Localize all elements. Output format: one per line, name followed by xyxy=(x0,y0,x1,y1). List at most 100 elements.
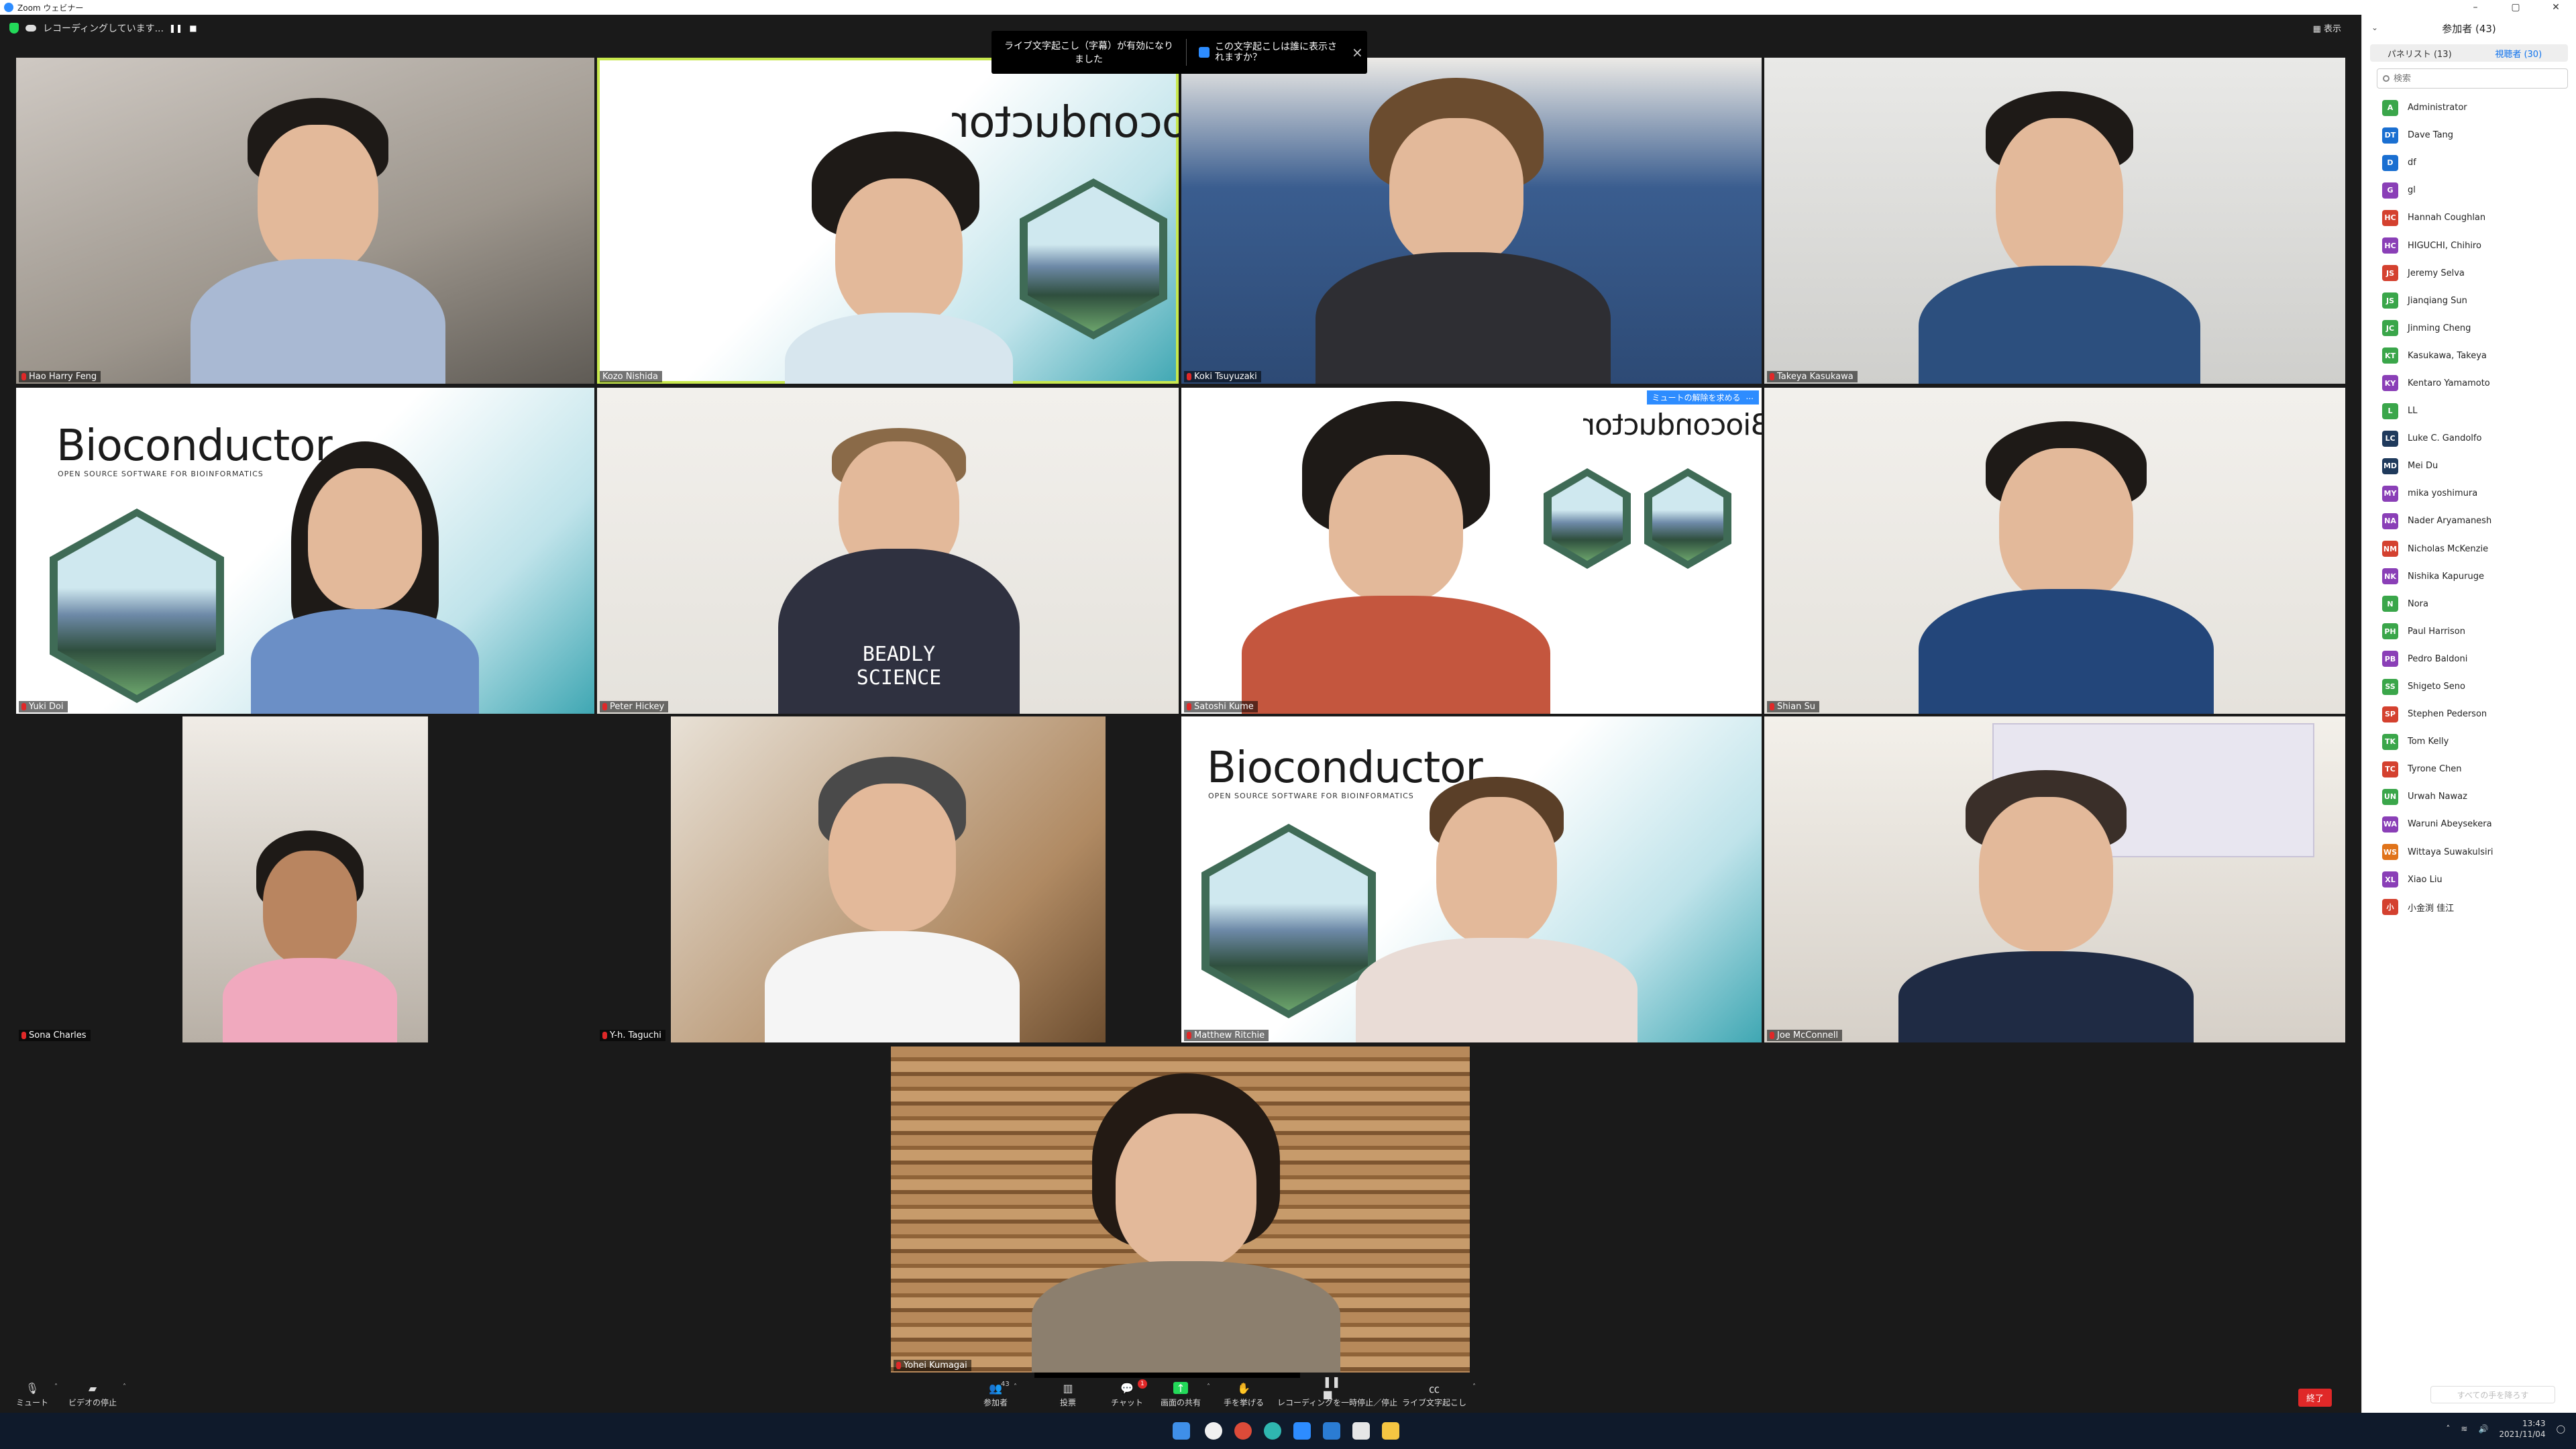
clock[interactable]: 13:43 2021/11/04 xyxy=(2499,1418,2545,1440)
hand-icon: ✋ xyxy=(1237,1381,1250,1395)
participants-button[interactable]: 👥 43 ˄ 参加者 xyxy=(983,1381,1017,1408)
list-item[interactable]: DT Dave Tang xyxy=(2382,121,2576,149)
video-tile[interactable]: Shian Su xyxy=(1764,388,2345,714)
muted-mic-icon xyxy=(21,1032,26,1039)
volume-icon[interactable]: 🔊 xyxy=(2478,1424,2488,1434)
chevron-up-icon[interactable]: ˄ xyxy=(1014,1383,1017,1391)
list-item[interactable]: NA Nader Aryamanesh xyxy=(2382,507,2576,535)
list-item[interactable]: MY mika yoshimura xyxy=(2382,480,2576,507)
chevron-up-icon[interactable]: ˄ xyxy=(123,1383,126,1391)
list-item[interactable]: WA Waruni Abeysekera xyxy=(2382,810,2576,838)
chevron-up-icon[interactable]: ˄ xyxy=(2446,1424,2450,1434)
pause-icon[interactable]: ❚❚ xyxy=(169,23,182,34)
list-item[interactable]: JC Jinming Cheng xyxy=(2382,315,2576,342)
participant-name-label: Matthew Ritchie xyxy=(1184,1030,1269,1041)
list-item[interactable]: PH Paul Harrison xyxy=(2382,618,2576,645)
more-options-icon[interactable]: ... xyxy=(1746,392,1754,403)
polls-button[interactable]: ▥ 投票 xyxy=(1060,1382,1076,1408)
stop-video-button[interactable]: ▰ ˄ ビデオの停止 xyxy=(68,1382,126,1408)
list-item[interactable]: HC Hannah Coughlan xyxy=(2382,204,2576,231)
list-item[interactable]: SS Shigeto Seno xyxy=(2382,673,2576,700)
transcript-visibility-question[interactable]: この文字起こしは誰に表示されますか？ xyxy=(1215,42,1342,63)
view-button[interactable]: ▦ 表示 xyxy=(2313,21,2341,34)
mute-button[interactable]: 🎙 ˄ ミュート xyxy=(16,1382,58,1408)
wifi-icon[interactable]: ≋ xyxy=(2461,1424,2467,1434)
end-webinar-button[interactable]: 終了 xyxy=(2298,1389,2332,1407)
security-shield-icon[interactable] xyxy=(9,23,19,34)
list-item[interactable]: HC HIGUCHI, Chihiro xyxy=(2382,231,2576,259)
calendar-icon[interactable] xyxy=(1352,1422,1370,1440)
list-item[interactable]: KT Kasukawa, Takeya xyxy=(2382,342,2576,370)
zoom-taskbar-icon[interactable] xyxy=(1293,1422,1311,1440)
ask-to-unmute-button[interactable]: ミュートの解除を求める... xyxy=(1646,390,1759,405)
list-item[interactable]: JS Jeremy Selva xyxy=(2382,260,2576,287)
video-tile[interactable]: Bioconductor ミュートの解除を求める... Satoshi Kume xyxy=(1181,388,1762,714)
list-item[interactable]: WS Wittaya Suwakulsiri xyxy=(2382,839,2576,866)
list-item[interactable]: TC Tyrone Chen xyxy=(2382,755,2576,783)
list-item[interactable]: NK Nishika Kapuruge xyxy=(2382,563,2576,590)
video-tile[interactable]: Takeya Kasukawa xyxy=(1764,58,2345,384)
search-taskbar-icon[interactable] xyxy=(1205,1422,1222,1440)
notification-icon[interactable]: ◯ xyxy=(2557,1424,2565,1434)
list-item[interactable]: SP Stephen Pederson xyxy=(2382,700,2576,728)
attendee-name: Waruni Abeysekera xyxy=(2408,819,2492,830)
chevron-down-icon[interactable]: ⌄ xyxy=(2371,23,2378,32)
video-tile[interactable]: Bioconductor OPEN SOURCE SOFTWARE FOR BI… xyxy=(16,388,594,714)
list-item[interactable]: JS Jianqiang Sun xyxy=(2382,287,2576,315)
list-item[interactable]: KY Kentaro Yamamoto xyxy=(2382,370,2576,397)
list-item[interactable]: L LL xyxy=(2382,397,2576,425)
video-tile[interactable]: Sona Charles xyxy=(16,716,594,1042)
chevron-up-icon[interactable]: ˄ xyxy=(1472,1383,1476,1391)
clock-time: 13:43 xyxy=(2522,1419,2546,1428)
video-tile[interactable]: Yohei Kumagai xyxy=(891,1046,1470,1373)
word-icon[interactable] xyxy=(1323,1422,1340,1440)
maximize-icon[interactable]: ▢ xyxy=(2496,0,2536,15)
video-tile[interactable]: Y-h. Taguchi xyxy=(597,716,1179,1042)
video-tile[interactable]: Koki Tsuyuzaki xyxy=(1181,58,1762,384)
list-item[interactable]: PB Pedro Baldoni xyxy=(2382,645,2576,673)
attendee-name: mika yoshimura xyxy=(2408,488,2478,499)
list-item[interactable]: TK Tom Kelly xyxy=(2382,728,2576,755)
file-explorer-icon[interactable] xyxy=(1382,1422,1399,1440)
participant-search[interactable] xyxy=(2377,68,2568,89)
video-tile[interactable]: Hao Harry Feng xyxy=(16,58,594,384)
lower-all-hands-button[interactable]: すべての手を降ろす xyxy=(2430,1386,2555,1403)
participant-name: Yohei Kumagai xyxy=(904,1360,967,1371)
video-tile[interactable]: Joe McConnell xyxy=(1764,716,2345,1042)
list-item[interactable]: UN Urwah Nawaz xyxy=(2382,783,2576,810)
raise-hand-button[interactable]: ✋ 手を挙げる xyxy=(1224,1382,1264,1408)
list-item[interactable]: MD Mei Du xyxy=(2382,452,2576,480)
tab-panelists[interactable]: パネリスト (13) xyxy=(2370,44,2469,62)
chat-button[interactable]: 💬 1 チャット xyxy=(1111,1379,1147,1408)
stop-icon[interactable]: ■ xyxy=(188,23,199,34)
live-transcript-button[interactable]: ㏄ ˄ ライブ文字起こし xyxy=(1402,1382,1476,1408)
chrome-icon[interactable] xyxy=(1234,1422,1252,1440)
ask-to-unmute-label: ミュートの解除を求める xyxy=(1652,393,1741,402)
start-icon[interactable] xyxy=(1173,1422,1190,1440)
mute-label: ミュート xyxy=(16,1398,49,1407)
list-item[interactable]: XL Xiao Liu xyxy=(2382,866,2576,894)
close-window-icon[interactable]: ✕ xyxy=(2536,0,2576,15)
list-item[interactable]: LC Luke C. Gandolfo xyxy=(2382,425,2576,452)
minimize-icon[interactable]: – xyxy=(2455,0,2496,15)
list-item[interactable]: NM Nicholas McKenzie xyxy=(2382,535,2576,563)
chevron-up-icon[interactable]: ˄ xyxy=(54,1383,58,1391)
tab-attendees[interactable]: 視聴者 (30) xyxy=(2469,44,2569,62)
search-input[interactable] xyxy=(2394,73,2555,84)
edge-icon[interactable] xyxy=(1264,1422,1281,1440)
raise-hand-label: 手を挙げる xyxy=(1224,1398,1265,1407)
list-item[interactable]: Ddf xyxy=(2382,149,2576,176)
list-item[interactable]: Ggl xyxy=(2382,176,2576,204)
close-icon[interactable]: × xyxy=(1352,44,1363,60)
chevron-up-icon[interactable]: ˄ xyxy=(1207,1383,1210,1391)
video-tile[interactable]: Bioconductor OPEN SOURCE SOFTWARE FOR BI… xyxy=(1181,716,1762,1042)
share-screen-button[interactable]: ↑ ˄ 画面の共有 xyxy=(1161,1382,1210,1408)
video-tile[interactable]: Bioconductor Kozo Nishida xyxy=(597,58,1179,384)
chat-label: チャット xyxy=(1111,1398,1143,1407)
video-tile[interactable]: BEADLY SCIENCE Peter Hickey xyxy=(597,388,1179,714)
recording-control-button[interactable]: ❚❚ ■ レコーディングを一時停止／停止 xyxy=(1277,1375,1397,1408)
muted-mic-icon xyxy=(1187,373,1191,380)
list-item[interactable]: N Nora xyxy=(2382,590,2576,618)
list-item[interactable]: 小小金渕 佳江 xyxy=(2382,894,2576,921)
list-item[interactable]: A Administrator xyxy=(2382,94,2576,121)
